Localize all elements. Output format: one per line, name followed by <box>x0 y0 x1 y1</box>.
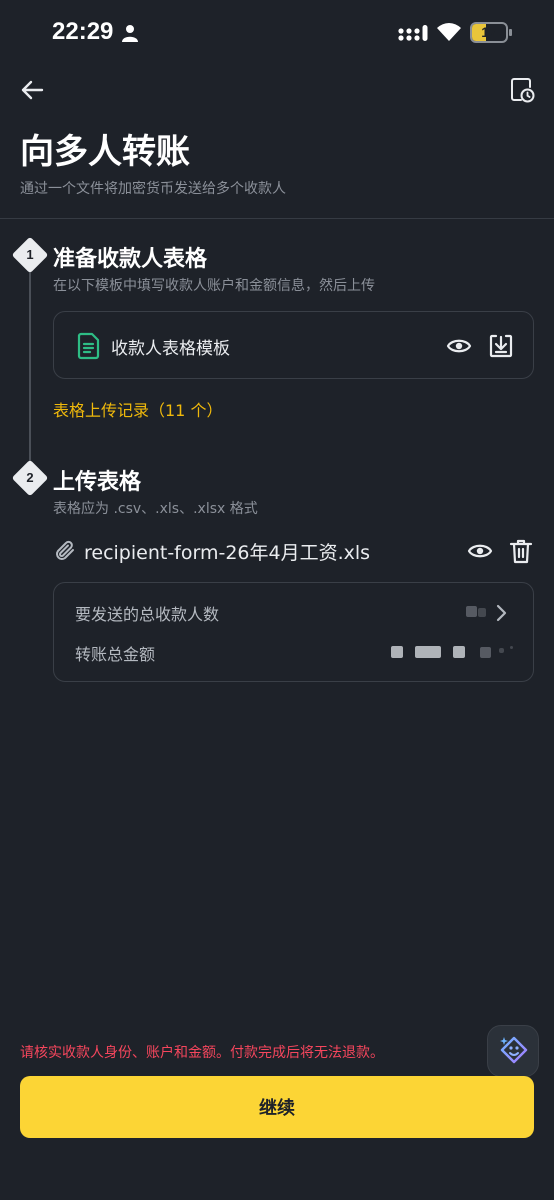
template-label: 收款人表格模板 <box>111 339 230 359</box>
status-bar: 22:29 17 <box>0 0 554 66</box>
step-1-number: 1 <box>26 247 34 262</box>
signal-icon <box>398 25 428 41</box>
arrow-left-icon[interactable] <box>18 76 46 104</box>
ai-assistant-icon <box>500 1036 528 1064</box>
battery-indicator: 17 <box>470 22 508 43</box>
timeline-line <box>29 266 31 462</box>
trash-icon[interactable] <box>509 538 533 564</box>
recipients-value-redacted <box>466 606 477 617</box>
upload-history-link[interactable]: 表格上传记录（11 个） <box>53 397 222 421</box>
amount-value-redacted <box>453 646 465 658</box>
battery-tip <box>509 29 512 36</box>
document-icon <box>77 332 100 360</box>
step-1-description: 在以下模板中填写收款人账户和金额信息，然后上传 <box>53 278 375 294</box>
amount-value-redacted <box>499 648 504 653</box>
step-2-title: 上传表格 <box>53 470 142 495</box>
continue-button[interactable]: 继续 <box>20 1076 534 1138</box>
header-divider <box>0 218 554 219</box>
step-2-description: 表格应为 .csv、.xls、.xlsx 格式 <box>53 501 258 517</box>
template-card[interactable]: 收款人表格模板 <box>53 311 534 379</box>
download-icon[interactable] <box>488 333 514 359</box>
status-time: 22:29 <box>52 18 114 45</box>
uploaded-file-row: recipient-form-26年4月工资.xls <box>53 535 534 567</box>
person-icon <box>122 25 138 42</box>
page-title: 向多人转账 <box>20 132 190 172</box>
amount-value-redacted <box>480 647 491 658</box>
step-1-title: 准备收款人表格 <box>53 247 208 272</box>
page-subtitle: 通过一个文件将加密货币发送给多个收款人 <box>20 181 286 197</box>
chevron-right-icon <box>496 604 507 622</box>
step-2-number: 2 <box>26 470 34 485</box>
amount-value-redacted <box>510 646 513 649</box>
amount-value-redacted <box>415 646 441 658</box>
history-icon[interactable] <box>508 76 536 104</box>
paperclip-icon <box>56 540 74 560</box>
recipients-value-redacted <box>478 608 486 617</box>
file-name: recipient-form-26年4月工资.xls <box>84 542 371 564</box>
ai-assistant-button[interactable] <box>487 1025 539 1077</box>
recipients-label: 要发送的总收款人数 <box>75 605 220 624</box>
battery-level: 17 <box>481 24 497 40</box>
amount-value-redacted <box>391 646 403 658</box>
wifi-icon <box>437 23 461 41</box>
eye-icon[interactable] <box>467 539 493 563</box>
eye-icon[interactable] <box>446 334 472 358</box>
amount-label: 转账总金额 <box>75 645 156 664</box>
summary-card: 要发送的总收款人数 转账总金额 <box>53 582 534 682</box>
warning-text: 请核实收款人身份、账户和金额。付款完成后将无法退款。 <box>20 1045 384 1061</box>
